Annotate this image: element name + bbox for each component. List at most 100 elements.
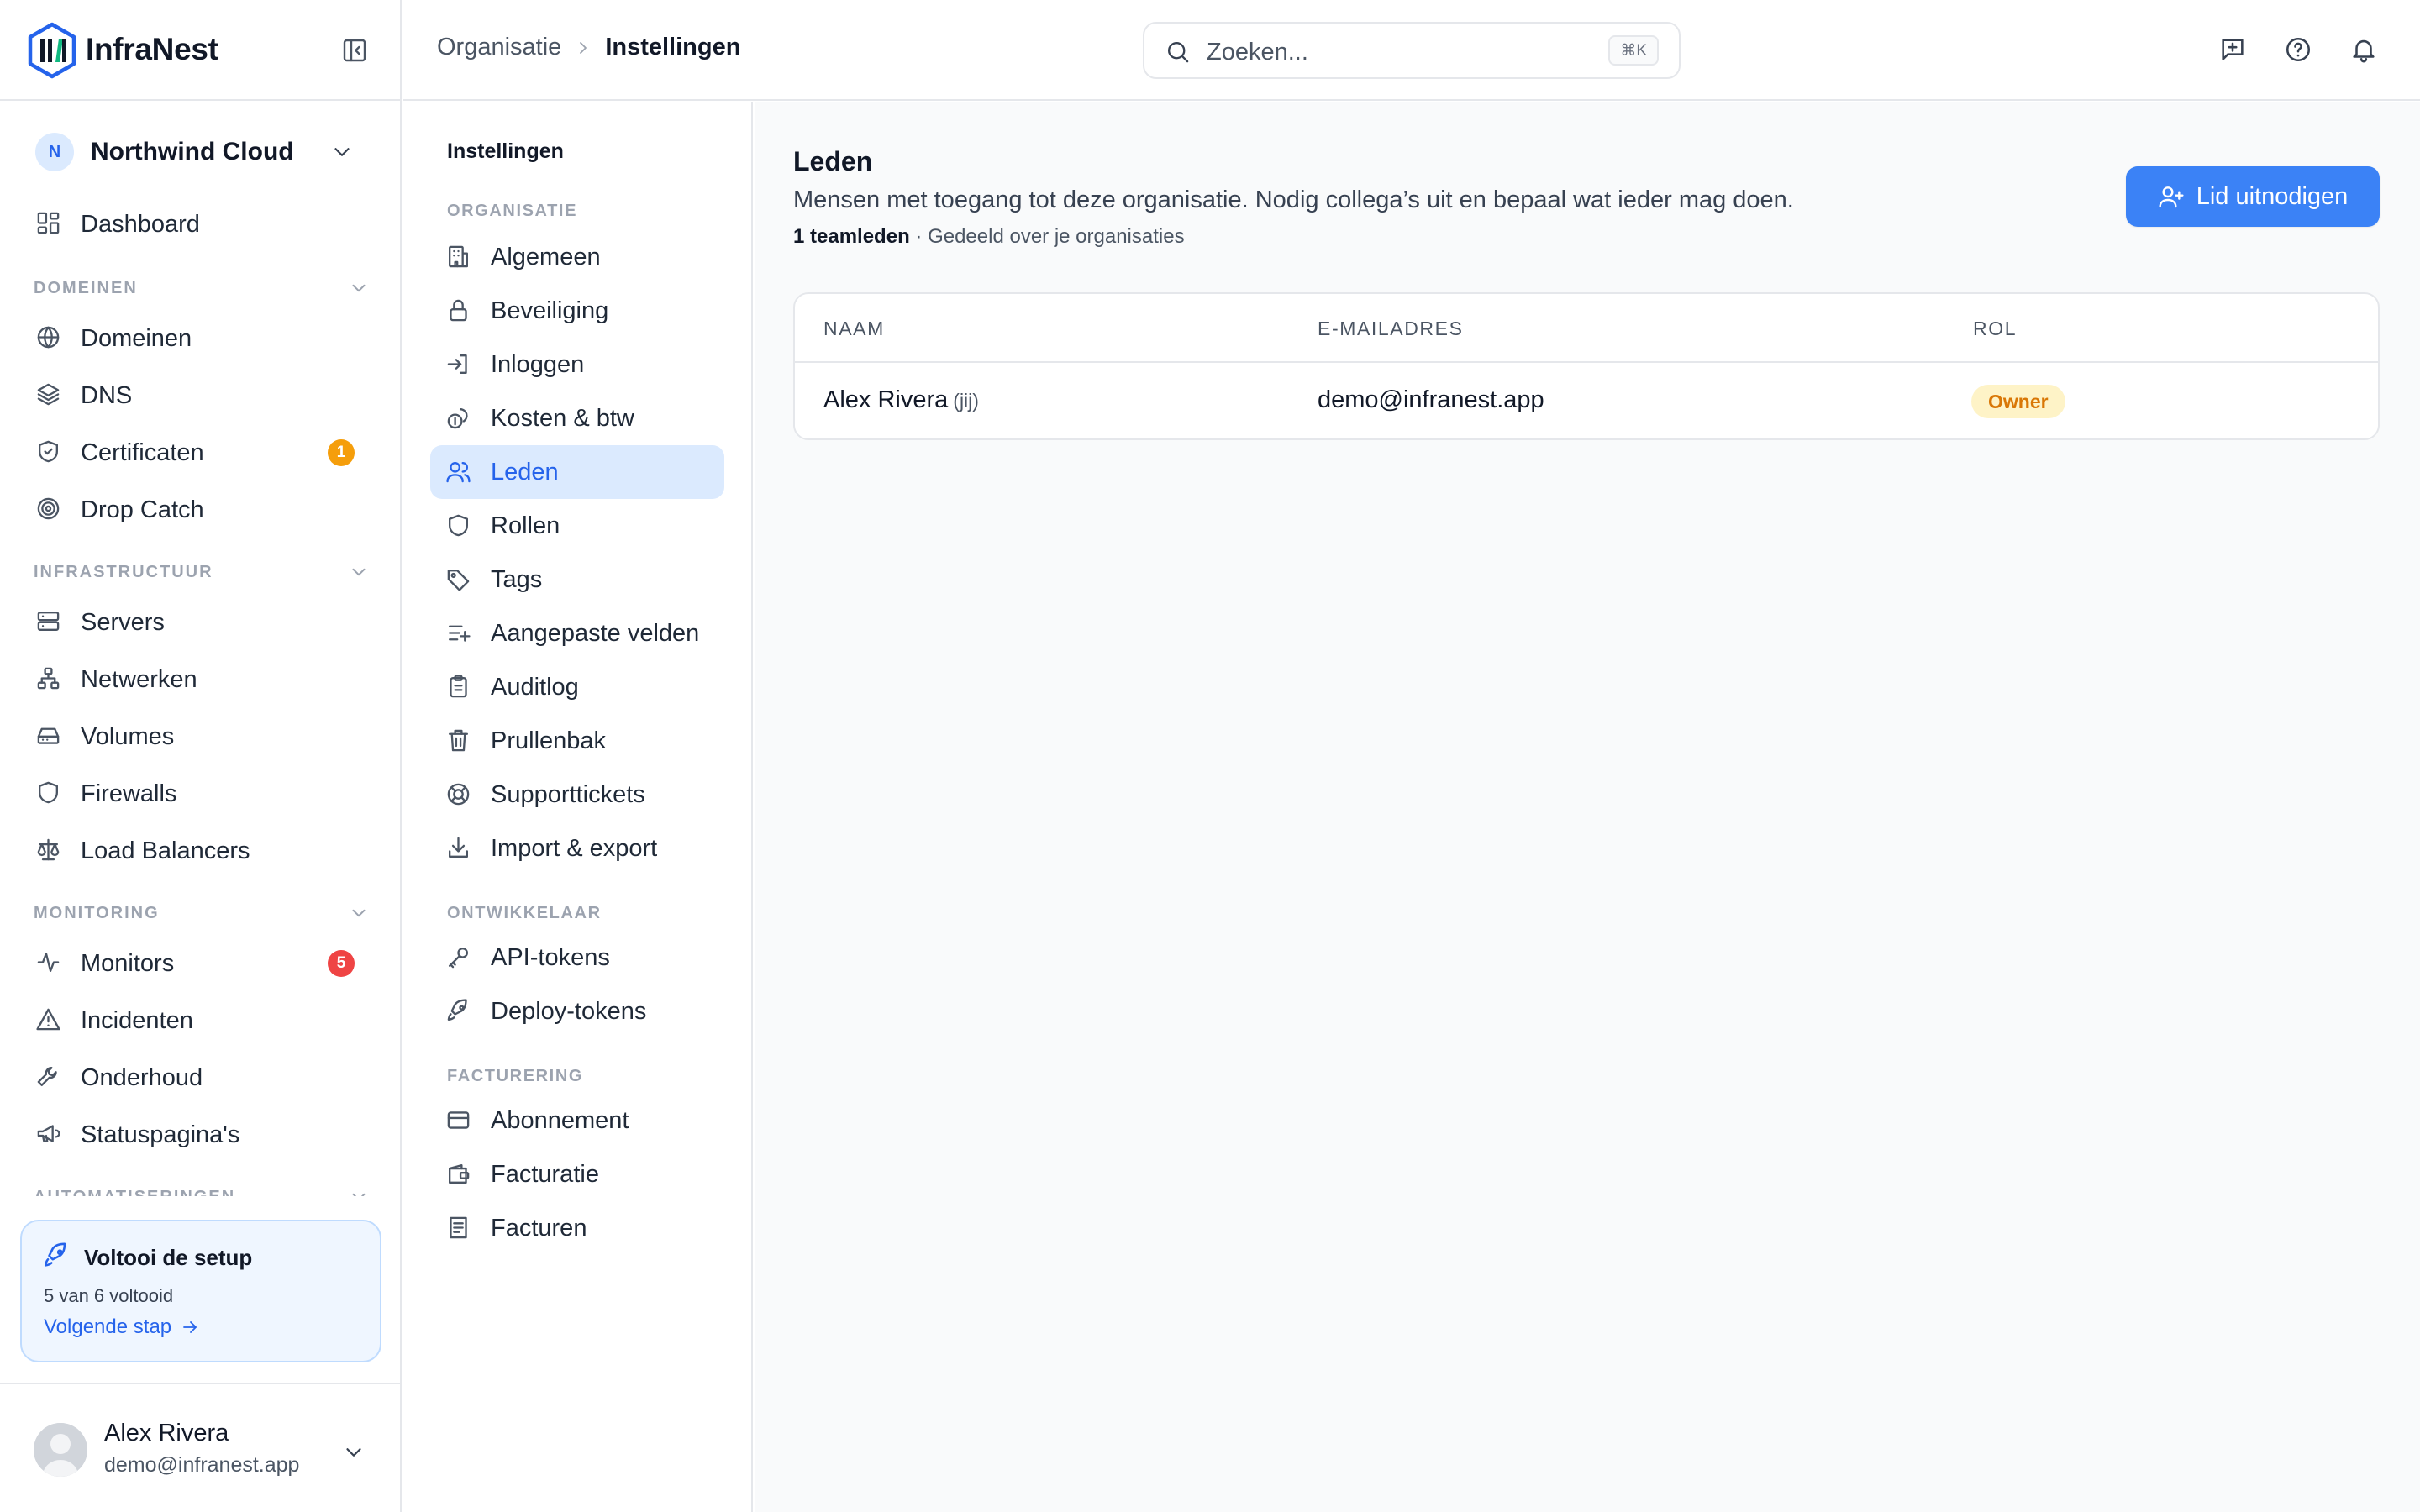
sidebar-item-monitors[interactable]: Monitors 5 bbox=[20, 937, 380, 988]
sidebar-item-loadbalancers[interactable]: Load Balancers bbox=[20, 825, 380, 875]
settings-item-apitokens[interactable]: API-tokens bbox=[430, 931, 724, 984]
breadcrumb-current: Instellingen bbox=[605, 34, 741, 60]
top-actions bbox=[2218, 35, 2378, 64]
member-email: demo@infranest.app bbox=[1318, 386, 1544, 413]
section-domains-toggle[interactable]: DOMEINEN bbox=[34, 270, 370, 304]
settings-item-label: Deploy-tokens bbox=[491, 998, 647, 1025]
shield-check-icon bbox=[39, 440, 58, 463]
coins-icon bbox=[447, 408, 468, 429]
column-header-role[interactable]: ROL bbox=[1973, 318, 2017, 340]
sidebar-item-label: Incidenten bbox=[81, 1007, 193, 1034]
bell-icon[interactable] bbox=[2349, 35, 2378, 64]
megaphone-icon bbox=[37, 1125, 60, 1142]
search-icon bbox=[1168, 42, 1189, 63]
org-switcher[interactable]: N Northwind Cloud bbox=[20, 124, 380, 180]
settings-item-costs[interactable]: Kosten & btw bbox=[430, 391, 724, 445]
credit-card-icon bbox=[447, 1111, 470, 1129]
settings-item-label: API-tokens bbox=[491, 944, 610, 971]
sidebar-item-volumes[interactable]: Volumes bbox=[20, 711, 380, 761]
section-automation-toggle[interactable]: AUTOMATISERINGEN bbox=[34, 1179, 370, 1196]
settings-item-general[interactable]: Algemeen bbox=[430, 230, 724, 284]
settings-item-trash[interactable]: Prullenbak bbox=[430, 714, 724, 768]
chevron-right-icon bbox=[580, 41, 587, 54]
settings-title: Instellingen bbox=[447, 139, 564, 163]
sidebar-item-label: Dashboard bbox=[81, 211, 200, 238]
settings-item-billing[interactable]: Facturatie bbox=[430, 1147, 724, 1201]
org-name: Northwind Cloud bbox=[91, 138, 294, 165]
settings-item-label: Aangepaste velden bbox=[491, 620, 700, 647]
search-shortcut: ⌘K bbox=[1608, 35, 1659, 66]
next-step-label: Volgende stap bbox=[44, 1315, 172, 1338]
settings-item-roles[interactable]: Rollen bbox=[430, 499, 724, 553]
sidebar-item-incidents[interactable]: Incidenten bbox=[20, 995, 380, 1045]
sidebar-item-maintenance[interactable]: Onderhoud bbox=[20, 1052, 380, 1102]
sidebar-item-dropcatch[interactable]: Drop Catch bbox=[20, 484, 380, 534]
settings-item-deploytokens[interactable]: Deploy-tokens bbox=[430, 984, 724, 1038]
settings-item-invoices[interactable]: Facturen bbox=[430, 1201, 724, 1255]
breadcrumb-organisatie[interactable]: Organisatie bbox=[437, 34, 561, 61]
rocket-icon bbox=[44, 1242, 66, 1267]
settings-item-subscription[interactable]: Abonnement bbox=[430, 1094, 724, 1147]
sidebar: InfraNest N Northwind Cloud Dashboard DO… bbox=[0, 0, 402, 1512]
settings-item-tags[interactable]: Tags bbox=[430, 553, 724, 606]
settings-item-label: Kosten & btw bbox=[491, 405, 634, 432]
settings-item-label: Auditlog bbox=[491, 674, 579, 701]
sidebar-item-label: Drop Catch bbox=[81, 496, 204, 523]
feedback-icon[interactable] bbox=[2218, 35, 2247, 64]
sidebar-item-label: Servers bbox=[81, 609, 165, 636]
settings-item-importexport[interactable]: Import & export bbox=[430, 822, 724, 875]
sidebar-item-label: Monitors bbox=[81, 950, 175, 977]
next-step-link[interactable]: Volgende stap bbox=[44, 1315, 200, 1339]
sidebar-item-firewalls[interactable]: Firewalls bbox=[20, 768, 380, 818]
section-label: INFRASTRUCTUUR bbox=[34, 563, 213, 581]
search-input[interactable]: Zoeken... ⌘K bbox=[1143, 22, 1681, 79]
settings-section-org: ORGANISATIE bbox=[447, 202, 578, 220]
activity-icon bbox=[37, 953, 60, 972]
settings-item-security[interactable]: Beveiliging bbox=[430, 284, 724, 338]
user-email: demo@infranest.app bbox=[104, 1453, 300, 1477]
breadcrumb: Organisatie Instellingen bbox=[437, 34, 740, 61]
sidebar-item-dns[interactable]: DNS bbox=[20, 370, 380, 420]
sidebar-item-label: Volumes bbox=[81, 723, 175, 750]
sidebar-item-label: Domeinen bbox=[81, 325, 192, 352]
settings-item-members[interactable]: Leden bbox=[430, 445, 724, 499]
chevron-down-icon bbox=[352, 909, 366, 917]
section-monitoring-toggle[interactable]: MONITORING bbox=[34, 895, 370, 929]
sidebar-item-dashboard[interactable]: Dashboard bbox=[20, 198, 380, 249]
sidebar-item-statuspages[interactable]: Statuspagina's bbox=[20, 1109, 380, 1159]
building-icon bbox=[449, 245, 468, 268]
sidebar-item-networks[interactable]: Netwerken bbox=[20, 654, 380, 704]
table-header: NAAM E-MAILADRES ROL bbox=[795, 294, 2378, 363]
sidebar-item-certificates[interactable]: Certificaten 1 bbox=[20, 427, 380, 477]
help-icon[interactable] bbox=[2284, 35, 2312, 64]
column-header-email[interactable]: E-MAILADRES bbox=[1318, 318, 1464, 340]
settings-item-auditlog[interactable]: Auditlog bbox=[430, 660, 724, 714]
settings-section-billing: FACTURERING bbox=[447, 1067, 584, 1085]
collapse-sidebar-icon[interactable] bbox=[341, 37, 368, 64]
sidebar-item-label: Onderhoud bbox=[81, 1064, 203, 1091]
settings-item-support[interactable]: Supporttickets bbox=[430, 768, 724, 822]
invite-member-button[interactable]: Lid uitnodigen bbox=[2126, 166, 2380, 227]
sidebar-item-servers[interactable]: Servers bbox=[20, 596, 380, 647]
clipboard-icon bbox=[450, 675, 467, 698]
settings-item-label: Beveiliging bbox=[491, 297, 609, 324]
download-icon bbox=[449, 837, 468, 858]
main-nav: Dashboard DOMEINEN Domeinen DNS Certific… bbox=[0, 198, 402, 1196]
table-row[interactable]: Alex Rivera (jij) demo@infranest.app Owne… bbox=[795, 363, 2378, 438]
settings-item-label: Rollen bbox=[491, 512, 560, 539]
sidebar-item-label: Load Balancers bbox=[81, 837, 250, 864]
infranest-logo-icon bbox=[28, 22, 76, 79]
section-infra-toggle[interactable]: INFRASTRUCTUUR bbox=[34, 554, 370, 588]
member-meta: 1 teamleden · Gedeeld over je organisati… bbox=[793, 225, 1185, 249]
user-menu[interactable]: Alex Rivera demo@infranest.app bbox=[0, 1383, 402, 1512]
settings-item-label: Abonnement bbox=[491, 1107, 629, 1134]
chevron-down-icon bbox=[352, 284, 366, 292]
user-name: Alex Rivera bbox=[104, 1420, 229, 1446]
column-header-name[interactable]: NAAM bbox=[823, 318, 885, 340]
settings-item-customfields[interactable]: Aangepaste velden bbox=[430, 606, 724, 660]
settings-item-login[interactable]: Inloggen bbox=[430, 338, 724, 391]
trash-icon bbox=[449, 729, 468, 752]
sidebar-item-domains[interactable]: Domeinen bbox=[20, 312, 380, 363]
role-badge: Owner bbox=[1971, 385, 2065, 418]
monitors-count-badge: 5 bbox=[328, 950, 355, 977]
